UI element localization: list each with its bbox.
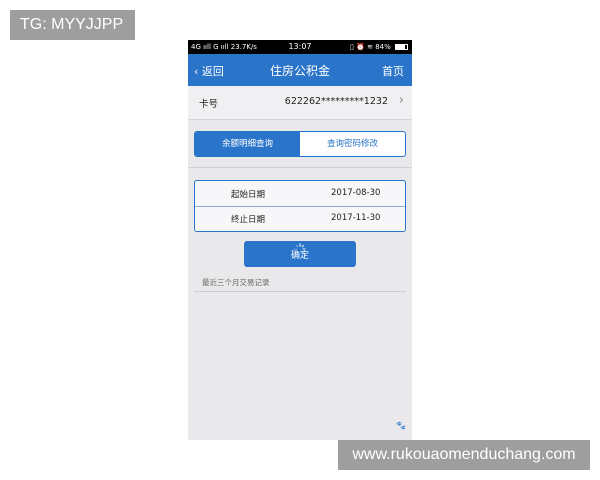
status-right-group: ▯ ⏰ ≋ 84% (350, 43, 408, 51)
status-bar: 4G ııll G ııll 23.7K/s 13:07 ▯ ⏰ ≋ 84% (188, 40, 412, 54)
page-title: 住房公积金 (269, 64, 330, 78)
home-button[interactable]: 首页 (382, 63, 404, 79)
alarm-icon: ⏰ (356, 43, 365, 51)
nav-bar: ‹ 返回 住房公积金 首页 (188, 54, 412, 86)
battery-fill (396, 45, 406, 49)
battery-text: 84% (375, 43, 391, 51)
paw-icon: 🐾 (396, 421, 406, 430)
phone-screen: 4G ııll G ııll 23.7K/s 13:07 ▯ ⏰ ≋ 84% ‹… (188, 40, 412, 440)
start-date-row[interactable]: 起始日期 2017-08-30 (195, 181, 405, 207)
end-date-row[interactable]: 终止日期 2017-11-30 (195, 206, 405, 231)
wifi-icon: ≋ (367, 43, 373, 51)
watermark-bottom: www.rukouaomenduchang.com (338, 440, 590, 470)
tab-password-change[interactable]: 查询密码修改 (300, 132, 405, 156)
start-date-value[interactable]: 2017-08-30 (331, 188, 380, 198)
watermark-top: TG: MYYJJPP (10, 10, 135, 40)
end-date-label: 终止日期 (231, 215, 266, 225)
divider (188, 167, 412, 168)
battery-icon (395, 44, 408, 50)
loading-spinner-icon (294, 243, 306, 254)
end-date-value[interactable]: 2017-11-30 (331, 213, 380, 223)
date-range-panel: 起始日期 2017-08-30 终止日期 2017-11-30 (194, 180, 406, 232)
card-number-row[interactable]: 卡号 622262*********1232 › (188, 86, 412, 120)
tab-balance-detail[interactable]: 余额明细查询 (195, 132, 300, 156)
vibrate-icon: ▯ (350, 43, 354, 51)
baidu-jingyan-logo: 🐾 (396, 421, 406, 430)
chevron-right-icon: › (398, 93, 404, 108)
card-number: 622262*********1232 (284, 96, 388, 107)
start-date-label: 起始日期 (231, 190, 266, 200)
query-tabs: 余额明细查询 查询密码修改 (194, 131, 406, 157)
recent-transactions-label: 最近三个月交易记录 (202, 278, 270, 287)
card-label: 卡号 (199, 99, 219, 110)
confirm-button[interactable]: 确定 (244, 241, 356, 267)
divider (194, 291, 406, 292)
